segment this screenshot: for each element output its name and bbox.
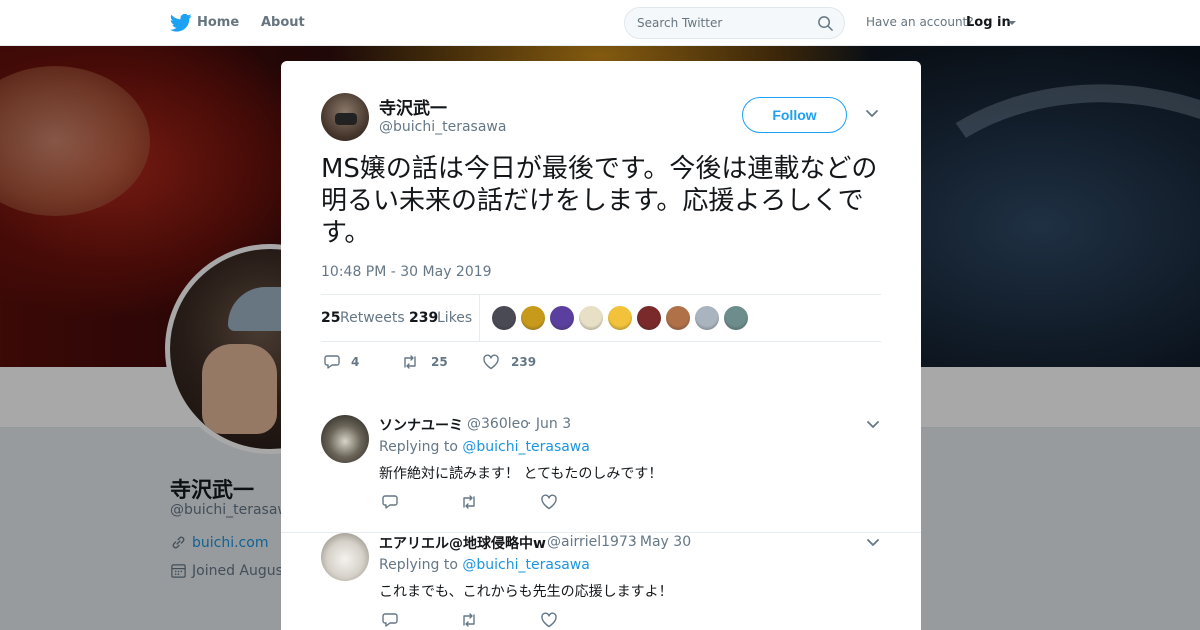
reply-date[interactable]: · Jun 3 bbox=[527, 416, 571, 432]
liker-avatar[interactable] bbox=[521, 306, 545, 330]
chevron-down-icon[interactable] bbox=[866, 538, 880, 548]
liker-avatar[interactable] bbox=[608, 306, 632, 330]
liker-avatar[interactable] bbox=[579, 306, 603, 330]
liker-avatar[interactable] bbox=[666, 306, 690, 330]
reply-item[interactable]: エアリエル@地球侵略中w @airriel1973 · May 30 Reply… bbox=[281, 533, 921, 630]
twitter-bird-icon[interactable] bbox=[170, 13, 192, 33]
nav-about-link[interactable]: About bbox=[261, 15, 305, 30]
retweets-count[interactable]: 25 bbox=[321, 310, 340, 326]
reply-icon[interactable] bbox=[381, 493, 399, 511]
replying-to: Replying to @buichi_terasawa bbox=[379, 557, 590, 573]
login-link[interactable]: Log in bbox=[966, 15, 1011, 30]
search-input[interactable]: Search Twitter bbox=[624, 7, 845, 39]
follow-button[interactable]: Follow bbox=[742, 97, 847, 133]
chevron-down-icon[interactable] bbox=[865, 109, 879, 119]
replying-to: Replying to @buichi_terasawa bbox=[379, 439, 590, 455]
reply-text: 新作絶対に読みます！ とてもたのしみです！ bbox=[379, 466, 663, 482]
retweet-icon[interactable] bbox=[401, 353, 419, 371]
search-icon[interactable] bbox=[817, 15, 834, 32]
tweet-modal: 寺沢武一 @buichi_terasawa Follow MS嬢の話は今日が最後… bbox=[281, 61, 921, 630]
reply-avatar[interactable] bbox=[321, 533, 369, 581]
reply-icon[interactable] bbox=[381, 611, 399, 629]
retweet-count: 25 bbox=[431, 355, 448, 369]
account-prompt: Have an account? bbox=[866, 15, 974, 29]
heart-icon[interactable] bbox=[540, 611, 558, 629]
tweet-stats: 25 Retweets 239 Likes bbox=[321, 294, 881, 342]
reply-author-handle[interactable]: @airriel1973 bbox=[547, 534, 637, 550]
retweets-label[interactable]: Retweets bbox=[340, 310, 405, 326]
heart-icon[interactable] bbox=[540, 493, 558, 511]
replying-to-prefix: Replying to bbox=[379, 557, 458, 573]
reply-avatar[interactable] bbox=[321, 415, 369, 463]
tweet-author-avatar[interactable] bbox=[321, 93, 369, 141]
replying-to-prefix: Replying to bbox=[379, 439, 458, 455]
login-caret-icon[interactable] bbox=[1008, 21, 1016, 25]
liker-avatar[interactable] bbox=[492, 306, 516, 330]
stats-divider bbox=[479, 295, 480, 341]
retweet-icon[interactable] bbox=[460, 611, 478, 629]
liker-avatar[interactable] bbox=[637, 306, 661, 330]
reply-date[interactable]: · May 30 bbox=[631, 534, 691, 550]
likes-count[interactable]: 239 bbox=[409, 310, 438, 326]
reply-text: これまでも、これからも先生の応援しますよ！ bbox=[379, 584, 673, 600]
replying-to-link[interactable]: @buichi_terasawa bbox=[462, 557, 589, 573]
nav-home-link[interactable]: Home bbox=[197, 15, 239, 30]
close-icon[interactable] bbox=[1155, 13, 1177, 35]
chevron-down-icon[interactable] bbox=[866, 420, 880, 430]
heart-icon[interactable] bbox=[482, 353, 500, 371]
liker-avatar[interactable] bbox=[550, 306, 574, 330]
reply-icon[interactable] bbox=[323, 353, 341, 371]
replying-to-link[interactable]: @buichi_terasawa bbox=[462, 439, 589, 455]
tweet-actions: 4 25 239 bbox=[321, 351, 621, 375]
search-placeholder: Search Twitter bbox=[637, 16, 723, 30]
retweet-icon[interactable] bbox=[460, 493, 478, 511]
tweet-text: MS嬢の話は今日が最後です。今後は連載などの明るい未来の話だけをします。応援よろ… bbox=[321, 154, 878, 248]
tweet-author-handle[interactable]: @buichi_terasawa bbox=[379, 119, 506, 135]
liker-avatar[interactable] bbox=[724, 306, 748, 330]
reply-author-handle[interactable]: @360leo bbox=[467, 416, 529, 432]
likes-label[interactable]: Likes bbox=[437, 310, 472, 326]
reply-author-name[interactable]: ソンナユーミ bbox=[379, 415, 463, 435]
tweet-author-name[interactable]: 寺沢武一 bbox=[379, 94, 447, 119]
top-nav: Home About Search Twitter Have an accoun… bbox=[0, 0, 1200, 46]
reply-count: 4 bbox=[351, 355, 360, 369]
reply-author-name[interactable]: エアリエル@地球侵略中w bbox=[379, 533, 546, 553]
like-count: 239 bbox=[511, 355, 537, 369]
tweet-timestamp[interactable]: 10:48 PM - 30 May 2019 bbox=[321, 264, 492, 280]
reply-item[interactable]: ソンナユーミ @360leo · Jun 3 Replying to @buic… bbox=[281, 415, 921, 533]
liker-avatar[interactable] bbox=[695, 306, 719, 330]
